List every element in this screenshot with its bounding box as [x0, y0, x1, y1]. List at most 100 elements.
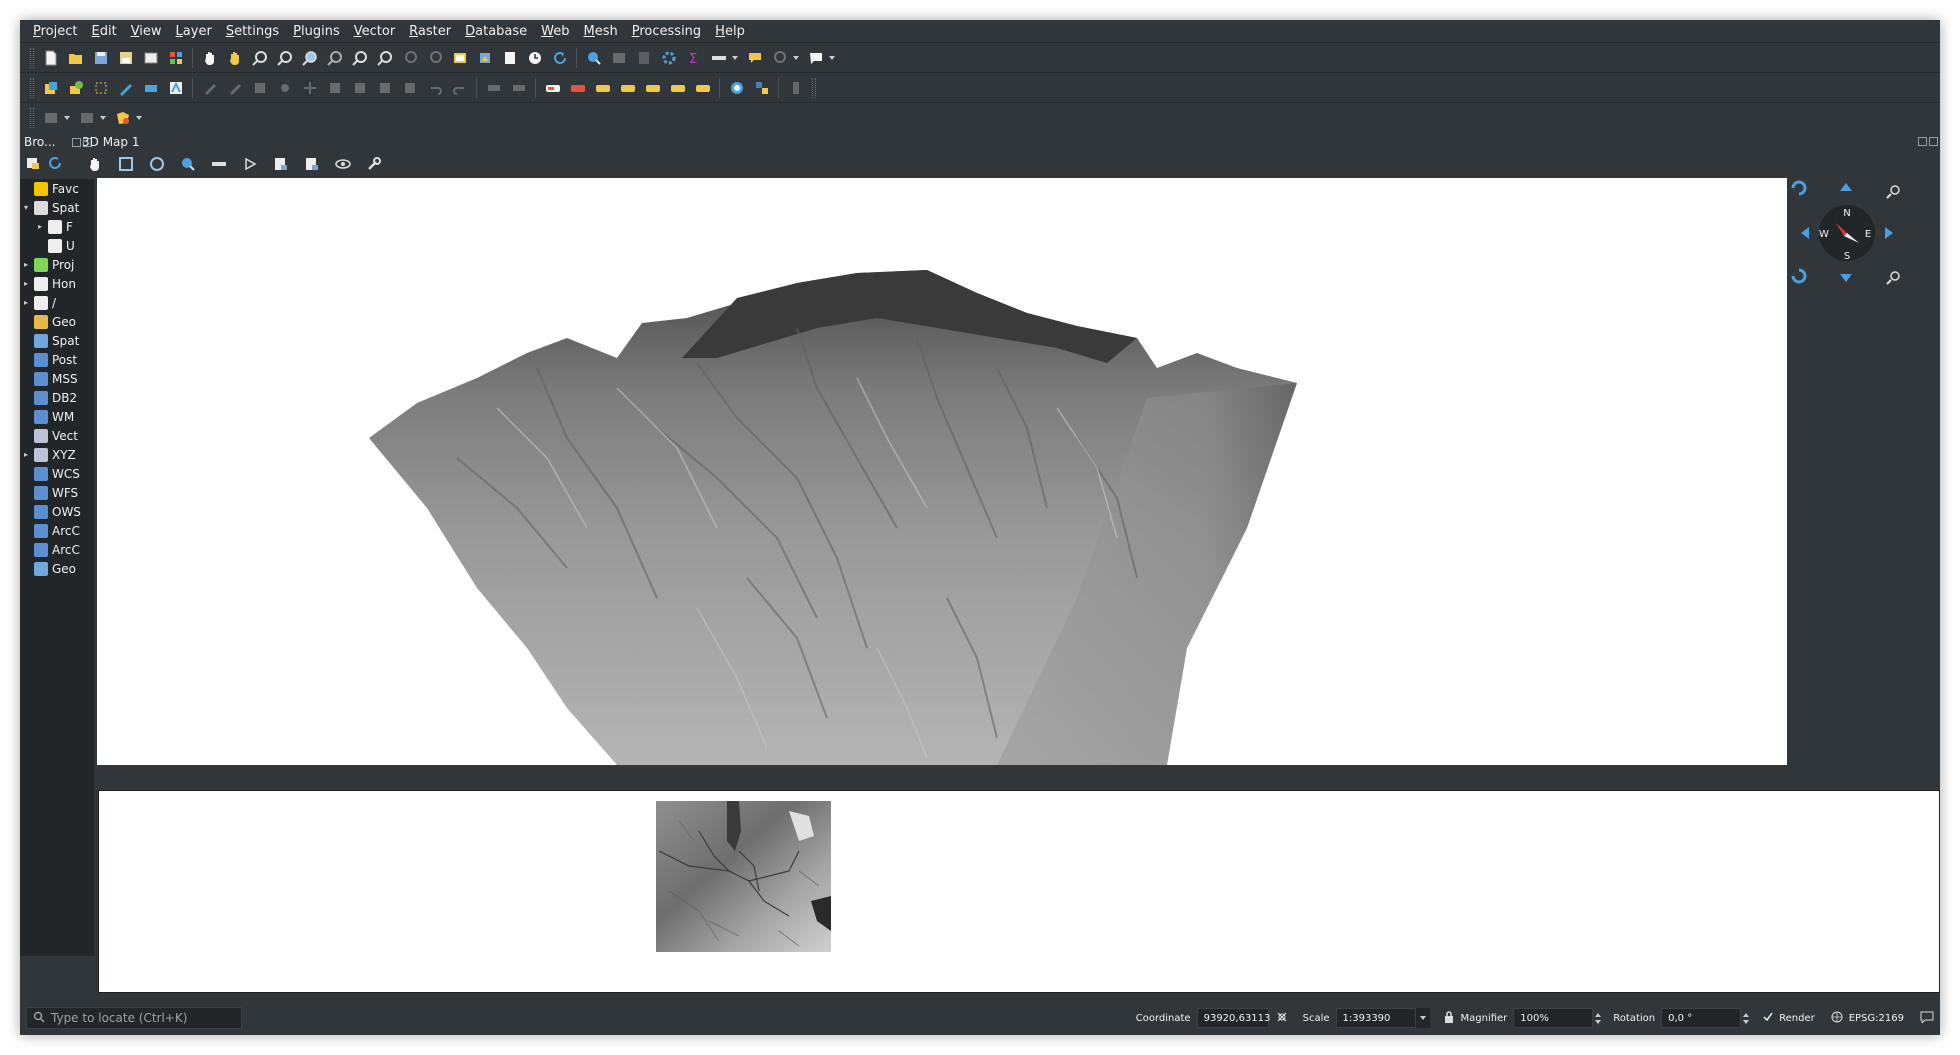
- processing-toolbox-icon[interactable]: [658, 47, 680, 69]
- pan-hand-icon[interactable]: [199, 47, 221, 69]
- database-dropdown[interactable]: [63, 107, 71, 129]
- style-manager-icon[interactable]: [165, 47, 187, 69]
- lock-scale-icon[interactable]: [1443, 1010, 1455, 1027]
- rotate-label-icon[interactable]: [667, 77, 689, 99]
- messages-icon[interactable]: [1920, 1011, 1934, 1026]
- vector-dropdown[interactable]: [135, 107, 143, 129]
- layer-labeling-icon[interactable]: [542, 77, 564, 99]
- statistical-summary-icon[interactable]: Σ: [683, 47, 705, 69]
- zoom-dropdown[interactable]: [792, 47, 800, 69]
- raster-dropdown[interactable]: [99, 107, 107, 129]
- move-right-icon[interactable]: [1885, 227, 1893, 239]
- annotation-dropdown[interactable]: [828, 47, 836, 69]
- zoom-last-icon[interactable]: [399, 47, 421, 69]
- toggle-extents-icon[interactable]: [1275, 1010, 1289, 1027]
- toolbar-handle[interactable]: [30, 107, 34, 128]
- zoom-in-icon[interactable]: [249, 47, 271, 69]
- save-as-icon[interactable]: [115, 47, 137, 69]
- python-console-icon[interactable]: [751, 77, 773, 99]
- new-project-icon[interactable]: [40, 47, 62, 69]
- menu-mesh[interactable]: Mesh: [577, 24, 625, 39]
- label-toolbar-icon[interactable]: [483, 77, 505, 99]
- save-project-icon[interactable]: [90, 47, 112, 69]
- measure-dropdown[interactable]: [731, 47, 739, 69]
- move-feature-icon[interactable]: [299, 77, 321, 99]
- pan-to-selection-icon[interactable]: [224, 47, 246, 69]
- new-bookmark-icon[interactable]: [499, 47, 521, 69]
- render-checkbox-icon[interactable]: [1763, 1012, 1773, 1025]
- vector-tool-icon[interactable]: [112, 107, 134, 129]
- move-up-icon[interactable]: [1840, 183, 1852, 191]
- expand-arrow-right-icon[interactable]: ▸: [20, 260, 32, 269]
- browser-horizontal-scrollbar[interactable]: [20, 955, 94, 969]
- menu-vector[interactable]: Vector: [347, 24, 402, 39]
- disabled-tool-icon[interactable]: [785, 77, 807, 99]
- camera-control-icon[interactable]: [84, 153, 106, 175]
- expand-arrow-right-icon[interactable]: ▸: [20, 450, 32, 459]
- expand-arrow-right-icon[interactable]: ▸: [34, 222, 46, 231]
- menu-settings[interactable]: Settings: [219, 24, 286, 39]
- spatial-bookmark-zoom-icon[interactable]: [769, 47, 791, 69]
- edit-pencil-icon[interactable]: [199, 77, 221, 99]
- tilt-up-icon[interactable]: [1791, 180, 1807, 196]
- data-source-manager-icon[interactable]: [40, 77, 62, 99]
- menu-raster[interactable]: Raster: [402, 24, 458, 39]
- add-layer-icon[interactable]: [65, 77, 87, 99]
- move-down-icon[interactable]: [1840, 274, 1852, 282]
- map-tips-icon[interactable]: [744, 47, 766, 69]
- menu-edit[interactable]: Edit: [85, 24, 124, 39]
- select-features-icon[interactable]: [90, 77, 112, 99]
- scale-field[interactable]: 1:393390: [1335, 1008, 1416, 1028]
- paste-features-icon[interactable]: [399, 77, 421, 99]
- toggle-on-screen-nav-icon[interactable]: [146, 153, 168, 175]
- copy-features-icon[interactable]: [374, 77, 396, 99]
- open-attribute-table-icon[interactable]: [608, 47, 630, 69]
- refresh-icon[interactable]: [549, 47, 571, 69]
- zoom-out-icon[interactable]: [274, 47, 296, 69]
- new-3d-map-view-icon[interactable]: [474, 47, 496, 69]
- coordinate-field[interactable]: 93920,63113: [1196, 1008, 1270, 1028]
- camera-sync-icon[interactable]: [332, 153, 354, 175]
- move-left-icon[interactable]: [1801, 227, 1809, 239]
- locator-search-input[interactable]: Type to locate (Ctrl+K): [26, 1007, 242, 1029]
- save-as-image-icon[interactable]: [270, 153, 292, 175]
- new-print-layout-icon[interactable]: [140, 47, 162, 69]
- menu-processing[interactable]: Processing: [625, 24, 708, 39]
- 3d-map-canvas[interactable]: [97, 178, 1787, 765]
- identify-features-icon[interactable]: [583, 47, 605, 69]
- deselect-icon[interactable]: [140, 77, 162, 99]
- zoom-to-selection-icon[interactable]: [324, 47, 346, 69]
- add-feature-icon[interactable]: [274, 77, 296, 99]
- change-label-icon[interactable]: [692, 77, 714, 99]
- menu-project[interactable]: Project: [26, 24, 85, 39]
- save-edits-icon[interactable]: [249, 77, 271, 99]
- zoom-full-3d-icon[interactable]: [115, 153, 137, 175]
- raster-tool-icon[interactable]: [76, 107, 98, 129]
- 2d-map-canvas[interactable]: [98, 790, 1940, 993]
- menu-view[interactable]: View: [124, 24, 169, 39]
- toggle-editing-icon[interactable]: [224, 77, 246, 99]
- menu-database[interactable]: Database: [458, 24, 534, 39]
- tilt-down-icon[interactable]: [1791, 268, 1807, 284]
- magnifier-field[interactable]: 100%: [1513, 1008, 1594, 1028]
- redo-icon[interactable]: [449, 77, 471, 99]
- zoom-native-icon[interactable]: [374, 47, 396, 69]
- animations-icon[interactable]: [239, 153, 261, 175]
- identify-3d-icon[interactable]: [177, 153, 199, 175]
- measure-3d-icon[interactable]: [208, 153, 230, 175]
- magnifier-spinner[interactable]: [1593, 1013, 1603, 1024]
- measure-line-icon[interactable]: [708, 47, 730, 69]
- pin-labels-icon[interactable]: [592, 77, 614, 99]
- toolbar-handle[interactable]: [812, 77, 816, 98]
- temporal-controller-icon[interactable]: [524, 47, 546, 69]
- expand-arrow-right-icon[interactable]: ▸: [20, 279, 32, 288]
- export-3d-scene-icon[interactable]: [301, 153, 323, 175]
- rotation-spinner[interactable]: [1741, 1013, 1751, 1024]
- annotation-icon[interactable]: [805, 47, 827, 69]
- zoom-next-icon[interactable]: [424, 47, 446, 69]
- menu-plugins[interactable]: Plugins: [286, 24, 347, 39]
- database-tool-icon[interactable]: [40, 107, 62, 129]
- show-hide-labels-icon[interactable]: [617, 77, 639, 99]
- field-calculator-icon[interactable]: [633, 47, 655, 69]
- scale-dropdown[interactable]: [1415, 1008, 1430, 1028]
